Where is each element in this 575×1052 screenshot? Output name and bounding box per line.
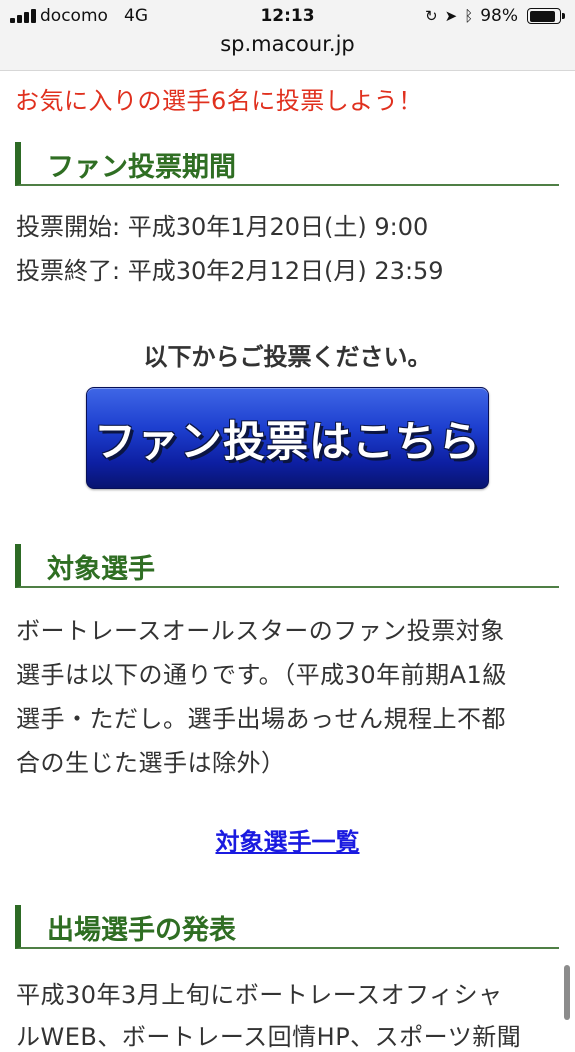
announcement-text-line: ルWEB、ボートレース回情HP、スポーツ新聞 [16,1023,522,1051]
targets-text-line: 選手・ただし。選手出場あっせん規程上不都 [16,705,506,733]
battery-icon [527,8,565,24]
targets-text-line: 選手は以下の通りです。（平成30年前期A1級 [16,661,507,689]
targets-text-line: 合の生じた選手は除外） [16,749,286,777]
announcement-text-line: 平成30年3月上旬にボートレースオフィシャ [16,981,503,1009]
section-heading-targets: 対象選手 [15,544,559,588]
bluetooth-icon: ᛒ [464,7,474,25]
targets-text-line: ボートレースオールスターのファン投票対象 [16,617,505,645]
fan-vote-button-label: ファン投票はこちら [93,416,481,466]
orientation-lock-icon: ↻ [425,7,438,25]
scrollbar[interactable] [564,965,570,1020]
section-title: ファン投票期間 [47,152,236,183]
vote-instruction: 以下からご投票ください。 [143,343,432,371]
section-heading-period: ファン投票期間 [15,142,559,186]
fan-vote-button[interactable]: ファン投票はこちら [86,387,489,489]
status-icons: ↻ ➤ ᛒ 98% [425,5,565,27]
battery-percentage: 98% [480,6,518,26]
section-title: 対象選手 [47,554,155,585]
lead-text: お気に入りの選手6名に投票しよう！ [15,87,423,115]
status-bar: docomo 4G 12:13 ↻ ➤ ᛒ 98% [0,0,575,32]
browser-top-bar: docomo 4G 12:13 ↻ ➤ ᛒ 98% sp.macour.jp [0,0,575,71]
address-bar[interactable]: sp.macour.jp [0,32,575,56]
vote-end-text: 投票終了: 平成30年2月12日(月) 23:59 [16,257,444,285]
section-title: 出場選手の発表 [47,915,236,946]
vote-start-text: 投票開始: 平成30年1月20日(土) 9:00 [16,213,429,241]
location-icon: ➤ [444,7,458,25]
target-players-list-link[interactable]: 対象選手一覧 [0,822,575,857]
section-heading-announcement: 出場選手の発表 [15,905,559,949]
